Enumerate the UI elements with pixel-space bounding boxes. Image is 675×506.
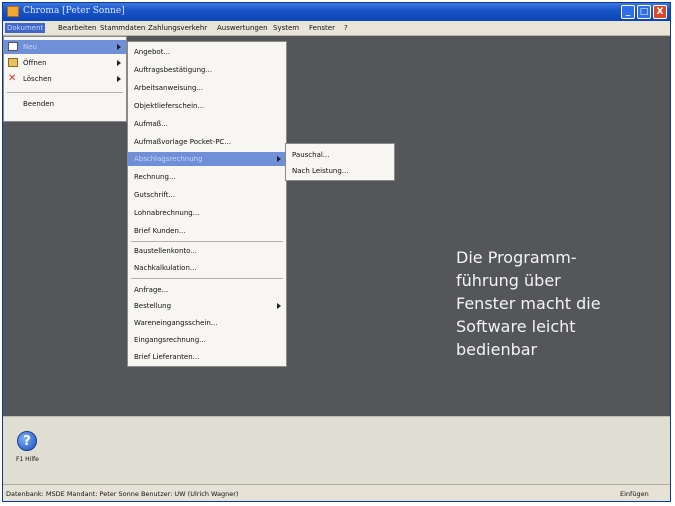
- menu-item-baustellenkonto[interactable]: Baustellenkonto...: [128, 244, 286, 258]
- menu-bearbeiten[interactable]: Bearbeiten: [56, 23, 98, 33]
- menu-item-label: Beenden: [23, 100, 55, 108]
- menu-item-label: Arbeitsanweisung...: [134, 84, 204, 92]
- menu-bar: Dokument Bearbeiten Stammdaten Zahlungsv…: [3, 21, 670, 36]
- menu-item-eingangsrechnung[interactable]: Eingangsrechnung...: [128, 333, 286, 347]
- menu-item-label: Rechnung...: [134, 173, 176, 181]
- menu-item-label: Löschen: [23, 75, 52, 83]
- promo-line: Software leicht: [456, 317, 576, 336]
- menu-fenster[interactable]: Fenster: [307, 23, 337, 33]
- menu-item-label: Brief Lieferanten...: [134, 353, 200, 361]
- menu-item-gutschrift[interactable]: Gutschrift...: [128, 188, 286, 202]
- open-folder-icon: [8, 58, 18, 67]
- menu-item-pauschal[interactable]: Pauschal...: [286, 148, 394, 162]
- menu-item-label: Nachkalkulation...: [134, 264, 197, 272]
- menu-item-label: Nach Leistung...: [292, 167, 349, 175]
- menu-zahlungsverkehr[interactable]: Zahlungsverkehr: [146, 23, 209, 33]
- menu-item-brief-lieferanten[interactable]: Brief Lieferanten...: [128, 350, 286, 364]
- menu-system[interactable]: System: [271, 23, 301, 33]
- bottom-panel: ? F1 Hilfe: [3, 416, 670, 484]
- help-label[interactable]: F1 Hilfe: [16, 456, 39, 463]
- promo-line: bedienbar: [456, 340, 538, 359]
- menu-item-objektlieferschein[interactable]: Objektlieferschein...: [128, 99, 286, 113]
- submenu-arrow-icon: [277, 156, 281, 162]
- menu-item-bestellung[interactable]: Bestellung: [128, 299, 286, 313]
- app-icon: [7, 6, 19, 17]
- maximize-button[interactable]: □: [637, 5, 651, 19]
- menu-item-wareneingangsschein[interactable]: Wareneingangsschein...: [128, 316, 286, 330]
- menu-item-abschlagsrechnung[interactable]: Abschlagsrechnung: [128, 152, 286, 166]
- menu-item-label: Auftragsbestätigung...: [134, 66, 213, 74]
- menu-item-label: Abschlagsrechnung: [134, 155, 203, 163]
- status-mode: Einfügen: [620, 490, 649, 498]
- menu-separator: [131, 241, 283, 242]
- help-icon[interactable]: ?: [17, 431, 37, 451]
- menu-item-label: Anfrage...: [134, 286, 169, 294]
- status-bar: Datenbank: MSDE Mandant: Peter Sonne Ben…: [3, 484, 670, 501]
- abschlag-submenu: Pauschal... Nach Leistung...: [285, 143, 395, 181]
- promo-text: Die Programm- führung über Fenster macht…: [456, 246, 646, 361]
- menu-item-label: Eingangsrechnung...: [134, 336, 206, 344]
- new-document-icon: [8, 42, 18, 51]
- menu-item-label: Angebot...: [134, 48, 171, 56]
- submenu-arrow-icon: [277, 303, 281, 309]
- menu-item-brief-kunden[interactable]: Brief Kunden...: [128, 224, 286, 238]
- menu-item-label: Baustellenkonto...: [134, 247, 197, 255]
- status-text: Datenbank: MSDE Mandant: Peter Sonne Ben…: [6, 490, 239, 498]
- delete-icon: ✕: [8, 73, 17, 84]
- menu-item-label: Aufmaßvorlage Pocket-PC...: [134, 138, 231, 146]
- menu-help[interactable]: ?: [342, 23, 350, 33]
- neu-submenu: Angebot... Auftragsbestätigung... Arbeit…: [127, 41, 287, 367]
- menu-item-angebot[interactable]: Angebot...: [128, 45, 286, 59]
- menu-item-label: Lohnabrechnung...: [134, 209, 200, 217]
- close-button[interactable]: X: [653, 5, 667, 19]
- menu-item-lohnabrechnung[interactable]: Lohnabrechnung...: [128, 206, 286, 220]
- menu-item-aufmass[interactable]: Aufmaß...: [128, 117, 286, 131]
- promo-line: Die Programm-: [456, 248, 577, 267]
- menu-item-aufmassvorlage[interactable]: Aufmaßvorlage Pocket-PC...: [128, 135, 286, 149]
- menu-item-label: Aufmaß...: [134, 120, 168, 128]
- submenu-arrow-icon: [117, 76, 121, 82]
- menu-item-nachkalkulation[interactable]: Nachkalkulation...: [128, 261, 286, 275]
- menu-item-label: Objektlieferschein...: [134, 102, 205, 110]
- menu-item-anfrage[interactable]: Anfrage...: [128, 283, 286, 297]
- menu-auswertungen[interactable]: Auswertungen: [215, 23, 270, 33]
- dokument-menu: Neu Öffnen ✕ Löschen Beenden: [3, 36, 127, 122]
- minimize-button[interactable]: _: [621, 5, 635, 19]
- application-window: Chroma [Peter Sonne] _ □ X Dokument Bear…: [2, 2, 671, 502]
- submenu-arrow-icon: [117, 60, 121, 66]
- menu-item-label: Brief Kunden...: [134, 227, 186, 235]
- menu-separator: [7, 92, 123, 93]
- menu-item-rechnung[interactable]: Rechnung...: [128, 170, 286, 184]
- menu-dokument[interactable]: Dokument: [5, 23, 46, 33]
- menu-item-oeffnen[interactable]: Öffnen: [4, 56, 126, 70]
- submenu-arrow-icon: [117, 44, 121, 50]
- menu-item-beenden[interactable]: Beenden: [4, 97, 126, 111]
- promo-line: Fenster macht die: [456, 294, 601, 313]
- promo-line: führung über: [456, 271, 561, 290]
- menu-item-label: Bestellung: [134, 302, 172, 310]
- menu-item-label: Pauschal...: [292, 151, 330, 159]
- menu-item-nach-leistung[interactable]: Nach Leistung...: [286, 164, 394, 178]
- menu-item-arbeitsanweisung[interactable]: Arbeitsanweisung...: [128, 81, 286, 95]
- title-bar[interactable]: Chroma [Peter Sonne] _ □ X: [3, 3, 670, 21]
- menu-item-label: Neu: [23, 43, 37, 51]
- menu-stammdaten[interactable]: Stammdaten: [98, 23, 147, 33]
- menu-item-loeschen[interactable]: ✕ Löschen: [4, 72, 126, 86]
- menu-separator: [131, 278, 283, 279]
- menu-item-label: Öffnen: [23, 59, 47, 67]
- menu-item-neu[interactable]: Neu: [4, 40, 126, 54]
- menu-item-label: Gutschrift...: [134, 191, 176, 199]
- menu-item-auftragsbestaetigung[interactable]: Auftragsbestätigung...: [128, 63, 286, 77]
- menu-item-label: Wareneingangsschein...: [134, 319, 218, 327]
- window-title: Chroma [Peter Sonne]: [23, 6, 125, 16]
